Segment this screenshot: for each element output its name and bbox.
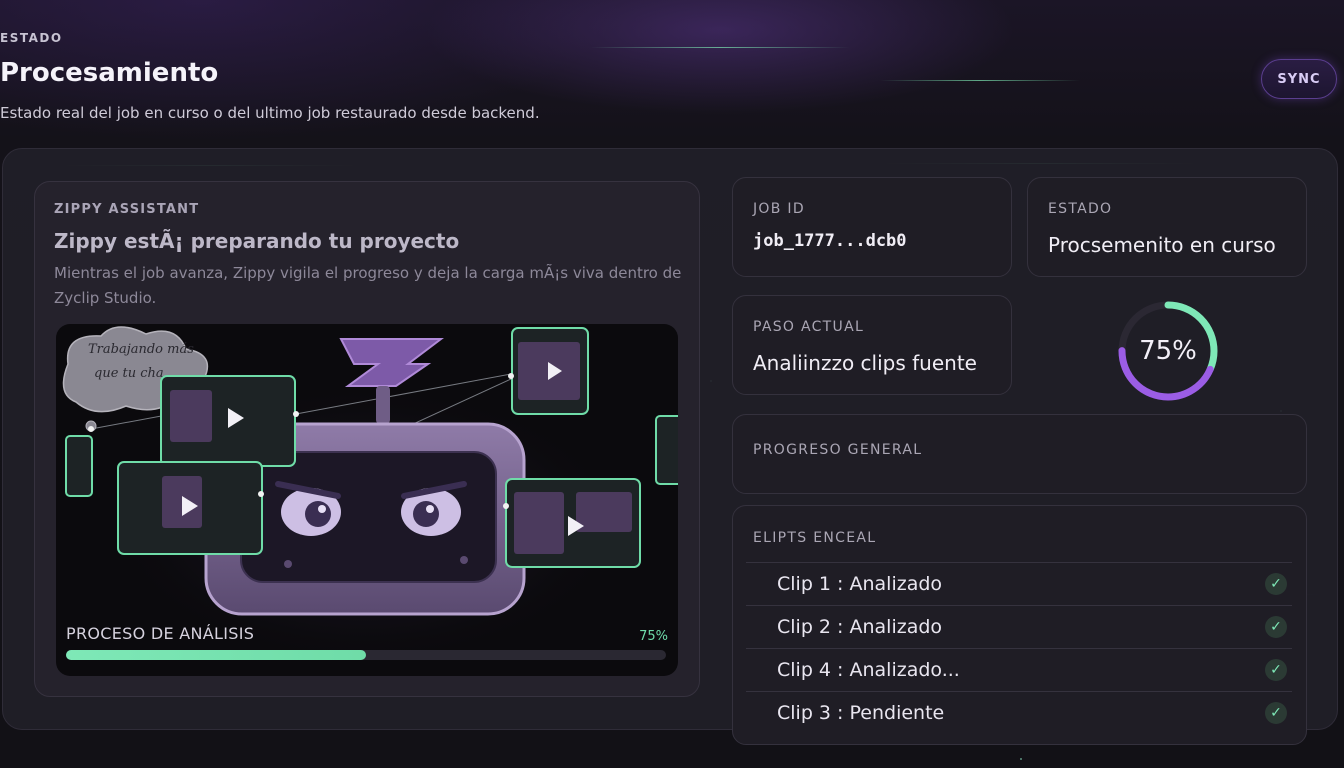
clip-row: Clip 2 : Analizado ✓	[746, 605, 1292, 648]
thought-bubble-text: Trabajando más	[88, 342, 194, 357]
clip-row: Clip 1 : Analizado ✓	[746, 562, 1292, 605]
check-icon: ✓	[1265, 616, 1287, 638]
current-step-card: PASO ACTUAL Analiinzzo clips fuente	[732, 295, 1012, 395]
overall-progress-label: PROGRESO GENERAL	[753, 442, 923, 458]
current-step-label: PASO ACTUAL	[753, 319, 865, 335]
progress-percent: 75%	[1139, 336, 1197, 366]
assistant-label: ZIPPY ASSISTANT	[54, 202, 200, 217]
analysis-percent: 75%	[639, 629, 668, 644]
analysis-progress-bar	[66, 650, 666, 660]
analysis-progress-fill	[66, 650, 366, 660]
page-subtitle: Estado real del job en curso o del ultim…	[0, 104, 540, 122]
check-icon: ✓	[1265, 702, 1287, 724]
light-streak	[590, 47, 850, 48]
current-step-value: Analiinzzo clips fuente	[753, 351, 977, 375]
clip-row: Clip 4 : Analizado... ✓	[746, 648, 1292, 691]
job-id-label: JOB ID	[753, 201, 805, 217]
status-card: ESTADO Procsemenito en curso	[1027, 177, 1307, 277]
sparkle	[1020, 758, 1022, 760]
thought-bubble-text: que tu cha	[94, 366, 164, 381]
progress-ring: 75%	[1116, 299, 1220, 403]
clip-label: Clip 4 : Analizado...	[777, 659, 960, 681]
clips-label: ELIPTS ENCEAL	[753, 530, 877, 546]
clip-row: Clip 3 : Pendiente ✓	[746, 691, 1292, 734]
status-value: Procsemenito en curso	[1048, 233, 1276, 257]
assistant-title: Zippy estÃ¡ preparando tu proyecto	[54, 229, 460, 253]
clip-label: Clip 1 : Analizado	[777, 573, 943, 595]
analysis-label: PROCESO DE ANÁLISIS	[66, 624, 255, 643]
section-eyebrow: ESTADO	[0, 31, 63, 45]
page-title: Procesamiento	[0, 58, 219, 88]
overall-progress-card: PROGRESO GENERAL	[732, 414, 1307, 494]
sync-button[interactable]: SYNC	[1261, 59, 1337, 99]
check-icon: ✓	[1265, 659, 1287, 681]
clip-label: Clip 2 : Analizado	[777, 616, 943, 638]
clip-label: Clip 3 : Pendiente	[777, 702, 945, 724]
status-label: ESTADO	[1048, 201, 1113, 217]
check-icon: ✓	[1265, 573, 1287, 595]
assistant-description: Mientras el job avanza, Zippy vigila el …	[54, 264, 682, 307]
job-id-card: JOB ID job_1777...dcb0	[732, 177, 1012, 277]
job-id-value: job_1777...dcb0	[753, 231, 907, 251]
assistant-illustration: Trabajando más que tu cha PROCESO DE ANÁ…	[56, 324, 678, 676]
light-streak	[880, 80, 1080, 81]
